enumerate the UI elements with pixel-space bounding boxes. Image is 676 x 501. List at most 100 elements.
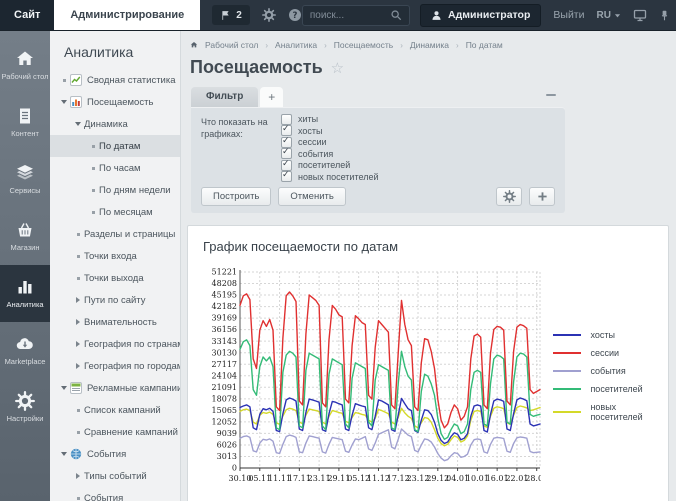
svg-text:27117: 27117 xyxy=(212,360,237,369)
filter-tab[interactable]: Фильтр xyxy=(191,87,258,107)
menu-item-label: По дням недели xyxy=(99,185,171,196)
campaign-icon xyxy=(70,382,82,394)
chart-title: График посещаемости по датам xyxy=(203,239,668,254)
checkbox-row-events[interactable]: события xyxy=(281,149,378,160)
menu-item-label: Внимательность xyxy=(84,317,157,328)
gear-icon[interactable] xyxy=(262,8,276,22)
menu-item-by-dates[interactable]: По датам xyxy=(50,135,180,157)
checkbox-row-hits[interactable]: хиты xyxy=(281,114,378,125)
menu-item-label: По месяцам xyxy=(99,207,153,218)
svg-text:?: ? xyxy=(292,11,297,21)
checkbox-visitors[interactable] xyxy=(281,160,292,171)
bullet-icon xyxy=(87,189,99,192)
chevron-right-icon xyxy=(72,297,84,303)
checkbox-new-visitors[interactable] xyxy=(281,171,292,182)
rail-item-analytics[interactable]: Аналитика xyxy=(0,265,50,322)
rail-item-desktop[interactable]: Рабочий стол xyxy=(0,37,50,94)
legend-swatch xyxy=(553,370,581,372)
site-tab[interactable]: Сайт xyxy=(0,0,54,30)
checkbox-row-visitors[interactable]: посетителей xyxy=(281,160,378,171)
menu-item-summary-stats[interactable]: Сводная статистика xyxy=(50,69,180,91)
svg-text:6026: 6026 xyxy=(217,441,237,450)
svg-text:0: 0 xyxy=(232,464,237,473)
menu-item-sections-pages[interactable]: Разделы и страницы xyxy=(50,223,180,245)
add-filter-field-button[interactable] xyxy=(529,187,555,206)
chart-legend: хостысессиисобытияпосетителейновых посет… xyxy=(553,330,668,422)
checkbox-row-sessions[interactable]: сессии xyxy=(281,137,378,148)
pin-icon[interactable] xyxy=(659,9,670,22)
svg-text:45195: 45195 xyxy=(212,291,237,300)
menu-item-label: Сравнение кампаний xyxy=(84,427,178,438)
filter-body: Что показать на графиках: хитыхостысесси… xyxy=(191,107,565,213)
menu-item-traffic[interactable]: Посещаемость xyxy=(50,91,180,113)
menu-item-by-months[interactable]: По месяцам xyxy=(50,201,180,223)
rail-item-label: Аналитика xyxy=(6,300,43,309)
breadcrumb-item[interactable]: Посещаемость xyxy=(334,40,393,50)
menu-item-label: События xyxy=(87,449,126,460)
breadcrumb-item[interactable]: Рабочий стол xyxy=(205,40,258,50)
rail-item-shop[interactable]: Магазин xyxy=(0,208,50,265)
add-filter-tab[interactable]: + xyxy=(260,87,283,107)
menu-item-geo-cities[interactable]: География по городам xyxy=(50,355,180,377)
breadcrumb-item[interactable]: По датам xyxy=(466,40,503,50)
build-button[interactable]: Построить xyxy=(201,187,271,206)
rail-item-content[interactable]: Контент xyxy=(0,94,50,151)
user-button[interactable]: Администратор xyxy=(420,4,541,27)
menu-item-by-hours[interactable]: По часам xyxy=(50,157,180,179)
menu-item-attention[interactable]: Внимательность xyxy=(50,311,180,333)
checkbox-sessions[interactable] xyxy=(281,137,292,148)
chevron-down-icon xyxy=(72,122,84,126)
menu-item-label: По датам xyxy=(99,141,140,152)
checkbox-hosts[interactable] xyxy=(281,125,292,136)
menu-item-exit-points[interactable]: Точки выхода xyxy=(50,267,180,289)
menu-item-dynamics[interactable]: Динамика xyxy=(50,113,180,135)
breadcrumb-separator: › xyxy=(324,41,327,50)
checkbox-label: события xyxy=(298,149,333,159)
rail-item-label: Настройки xyxy=(7,414,44,423)
checkbox-hits[interactable] xyxy=(281,114,292,125)
search-icon xyxy=(390,9,402,21)
svg-text:24104: 24104 xyxy=(212,371,237,380)
breadcrumb-separator: › xyxy=(265,41,268,50)
favorite-star-icon[interactable]: ☆ xyxy=(331,59,344,77)
menu-item-site-paths[interactable]: Пути по сайту xyxy=(50,289,180,311)
breadcrumb-item[interactable]: Аналитика xyxy=(275,40,317,50)
svg-text:18078: 18078 xyxy=(212,394,237,403)
admin-tab[interactable]: Администрирование xyxy=(54,0,200,30)
checkbox-label: хиты xyxy=(298,114,318,124)
legend-item-sessions: сессии xyxy=(553,348,668,358)
chevron-down-icon xyxy=(58,100,70,104)
menu-item-by-weekdays[interactable]: По дням недели xyxy=(50,179,180,201)
logout-link[interactable]: Выйти xyxy=(553,9,584,21)
rail-item-settings[interactable]: Настройки xyxy=(0,379,50,436)
monitor-icon[interactable] xyxy=(633,8,647,22)
menu-item-campaign-compare[interactable]: Сравнение кампаний xyxy=(50,421,180,443)
menu-item-ad-campaigns[interactable]: Рекламные кампании xyxy=(50,377,180,399)
filter-actions: Построить Отменить xyxy=(201,187,555,206)
cancel-button[interactable]: Отменить xyxy=(278,187,345,206)
menu-item-events-group[interactable]: События xyxy=(50,443,180,465)
legend-label: посетителей xyxy=(590,384,642,394)
language-selector[interactable]: RU xyxy=(596,10,620,21)
breadcrumb-item[interactable]: Динамика xyxy=(410,40,449,50)
collapse-filter-button[interactable] xyxy=(543,91,559,99)
menu-item-geo-countries[interactable]: География по странам xyxy=(50,333,180,355)
menu-item-campaign-list[interactable]: Список кампаний xyxy=(50,399,180,421)
menu-item-label: Динамика xyxy=(84,119,128,130)
menu-item-events[interactable]: События xyxy=(50,487,180,501)
content-area: Рабочий стол›Аналитика›Посещаемость›Дина… xyxy=(181,31,676,501)
checkbox-row-hosts[interactable]: хосты xyxy=(281,126,378,137)
checkbox-row-new-visitors[interactable]: новых посетителей xyxy=(281,172,378,183)
menu-item-event-types[interactable]: Типы событий xyxy=(50,465,180,487)
rail-item-marketplace[interactable]: Marketplace xyxy=(0,322,50,379)
checkbox-events[interactable] xyxy=(281,148,292,159)
help-icon[interactable]: ? xyxy=(288,8,302,22)
analytics-menu: Аналитика Сводная статистикаПосещаемость… xyxy=(50,31,181,501)
search-input[interactable]: поиск... xyxy=(302,5,410,26)
bullet-icon xyxy=(72,497,84,500)
notifications-button[interactable]: 2 xyxy=(212,5,250,25)
filter-settings-button[interactable] xyxy=(496,187,522,206)
rail-item-label: Marketplace xyxy=(5,357,46,366)
menu-item-entry-points[interactable]: Точки входа xyxy=(50,245,180,267)
rail-item-services[interactable]: Сервисы xyxy=(0,151,50,208)
